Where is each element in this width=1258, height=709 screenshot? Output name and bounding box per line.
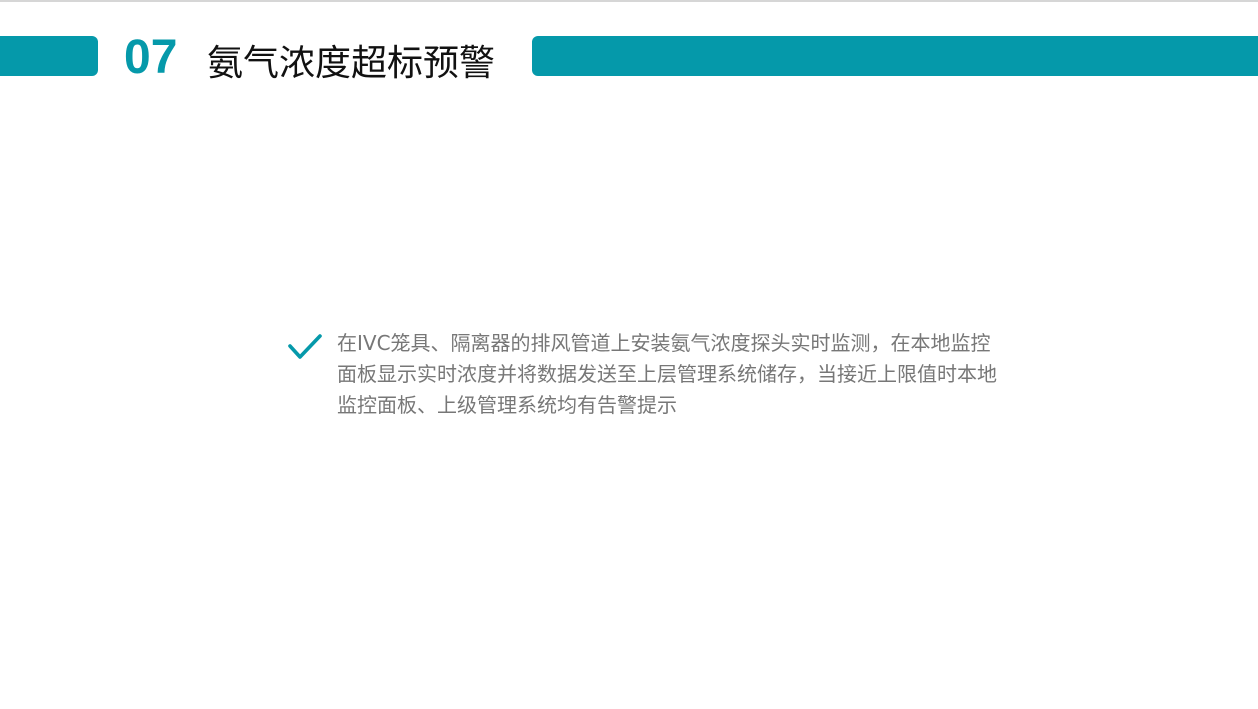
section-number: 07 — [124, 31, 178, 84]
header-bar-right — [532, 36, 1258, 76]
bullet-text: 在IVC笼具、隔离器的排风管道上安装氨气浓度探头实时监测，在本地监控面板显示实时… — [337, 331, 997, 417]
section-title: 氨气浓度超标预警 — [207, 43, 496, 84]
top-divider — [0, 0, 1258, 2]
check-icon — [288, 334, 322, 359]
header-bar-left — [0, 36, 98, 76]
